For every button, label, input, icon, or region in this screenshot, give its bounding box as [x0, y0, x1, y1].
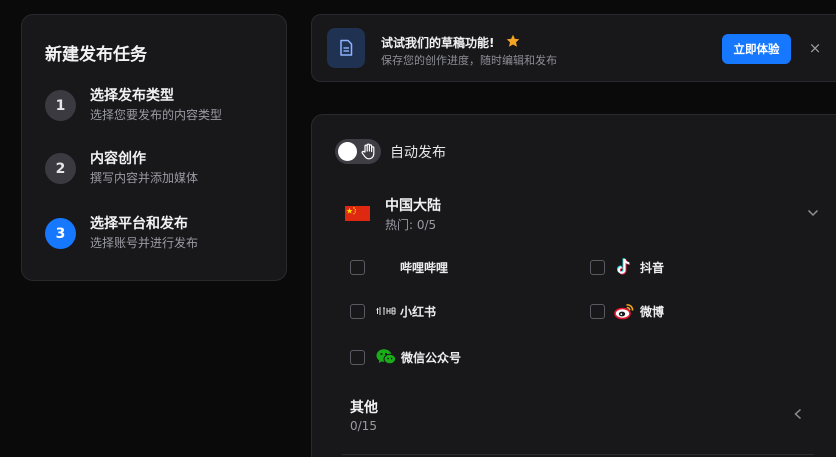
platform-douyin[interactable]: 抖音: [590, 257, 664, 277]
platform-checkbox[interactable]: [350, 303, 365, 319]
auto-publish-toggle[interactable]: [335, 139, 381, 164]
divider: [342, 454, 814, 455]
region-other-header[interactable]: 其他 0/15: [350, 395, 810, 437]
platform-label: 微博: [640, 304, 665, 319]
platform-checkbox[interactable]: [590, 303, 605, 319]
auto-publish-row: 自动发布: [335, 139, 446, 164]
steps-card: 新建发布任务 1 选择发布类型 选择您要发布的内容类型 2 内容创作 撰写内容并…: [21, 14, 287, 281]
platform-checkbox[interactable]: [350, 259, 365, 275]
publish-panel: 自动发布 中国大陆 热门: 0/5 哔哩哔哩 抖音 小红书 微博 微信公众号 其…: [311, 114, 836, 457]
douyin-icon: [614, 257, 634, 277]
step-number: 2: [45, 153, 76, 184]
step-2: 2 内容创作 撰写内容并添加媒体: [45, 150, 198, 186]
step-number: 1: [45, 90, 76, 121]
region-count: 热门: 0/5: [385, 218, 437, 232]
xiaohongshu-icon: [376, 301, 398, 321]
auto-publish-label: 自动发布: [390, 144, 446, 161]
step-title: 内容创作: [90, 151, 146, 167]
step-subtitle: 撰写内容并添加媒体: [90, 171, 199, 185]
platform-label: 抖音: [640, 260, 665, 275]
step-title: 选择发布类型: [90, 88, 174, 104]
step-number: 3: [45, 218, 76, 249]
try-now-button[interactable]: 立即体验: [722, 34, 791, 64]
platform-wechat-official[interactable]: 微信公众号: [350, 347, 461, 367]
platform-label: 哔哩哔哩: [400, 260, 449, 275]
region-name: 中国大陆: [385, 198, 441, 214]
step-subtitle: 选择您要发布的内容类型: [90, 108, 223, 122]
step-title: 选择平台和发布: [90, 216, 188, 232]
wechat-icon: [376, 347, 396, 367]
step-subtitle: 选择账号并进行发布: [90, 236, 199, 250]
bilibili-icon: [380, 257, 400, 277]
steps-title: 新建发布任务: [45, 45, 147, 65]
banner-title: 试试我们的草稿功能!: [381, 36, 495, 50]
platform-checkbox[interactable]: [590, 259, 605, 275]
platform-xiaohongshu[interactable]: 小红书: [350, 301, 436, 321]
platform-bilibili[interactable]: 哔哩哔哩: [350, 257, 448, 277]
platform-label: 小红书: [400, 304, 437, 319]
region-count: 0/15: [350, 419, 377, 433]
platform-label: 微信公众号: [401, 350, 462, 365]
hand-icon: [360, 143, 376, 164]
china-flag-icon: [345, 206, 370, 221]
platform-weibo[interactable]: 微博: [590, 301, 664, 321]
banner-title-row: 试试我们的草稿功能!: [381, 34, 520, 51]
close-icon[interactable]: ×: [806, 38, 824, 58]
step-3: 3 选择平台和发布 选择账号并进行发布: [45, 215, 198, 251]
platform-checkbox[interactable]: [350, 349, 365, 365]
step-1: 1 选择发布类型 选择您要发布的内容类型: [45, 87, 222, 123]
toggle-knob: [338, 142, 357, 161]
document-icon: [327, 28, 365, 68]
region-name: 其他: [350, 400, 378, 416]
star-icon: [506, 34, 520, 51]
chevron-down-icon[interactable]: [807, 206, 819, 220]
weibo-icon: [614, 301, 634, 321]
banner-subtitle: 保存您的创作进度，随时编辑和发布: [381, 54, 557, 67]
region-china-header[interactable]: 中国大陆 热门: 0/5: [345, 194, 819, 236]
draft-banner: 试试我们的草稿功能! 保存您的创作进度，随时编辑和发布 立即体验 ×: [311, 14, 836, 82]
chevron-left-icon[interactable]: [794, 408, 802, 423]
